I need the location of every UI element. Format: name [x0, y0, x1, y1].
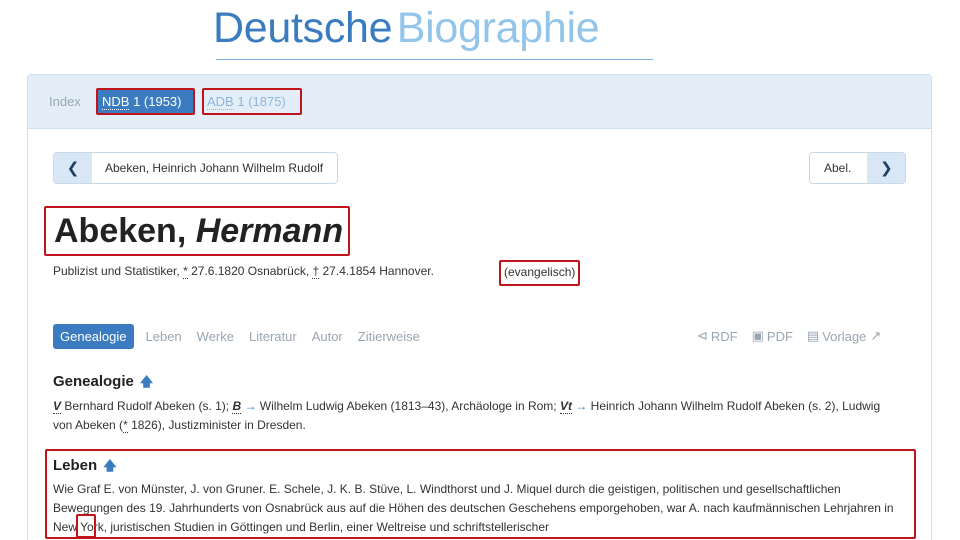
genealogie-part-2: Wilhelm Ludwig Abeken (1813–43), Archäol…	[256, 399, 560, 413]
breadcrumb-index-link[interactable]: Index	[49, 94, 81, 109]
confession-badge: (evangelisch)	[499, 260, 581, 286]
pdf-link[interactable]: ▣ PDF	[752, 328, 793, 344]
leben-heading-text: Leben	[53, 457, 98, 474]
genealogie-heading: Genealogie 🡅	[53, 373, 153, 395]
tab-literatur[interactable]: Literatur	[249, 329, 297, 344]
tab-werke[interactable]: Werke	[197, 329, 234, 344]
export-tools: ⊲ RDF ▣ PDF ▤ Vorlage ↗	[697, 328, 898, 344]
ndb-abbr: NDB	[102, 94, 130, 110]
tab-genealogie[interactable]: Genealogie	[53, 324, 134, 349]
kin-brother-abbr[interactable]: B	[232, 399, 242, 414]
rdf-link[interactable]: ⊲ RDF	[697, 328, 738, 344]
next-entry-label: Abel.	[824, 161, 852, 175]
leben-heading: Leben 🡅	[53, 457, 117, 479]
pdf-file-icon: ▣	[751, 328, 764, 343]
share-icon: ⊲	[697, 328, 708, 343]
arrow-up-icon[interactable]: 🡅	[103, 458, 116, 473]
previous-entry-button[interactable]: ❮ Abeken, Heinrich Johann Wilhelm Rudolf	[53, 152, 339, 184]
chevron-left-icon: ❮	[54, 153, 92, 183]
ndb-volume: 1 (1953)	[129, 94, 182, 109]
birth-info: 27.6.1820 Osnabrück,	[187, 264, 313, 278]
page-title: Abeken, Hermann	[54, 212, 343, 251]
breadcrumb-ndb-tab[interactable]: NDB 1 (1953)	[96, 88, 195, 115]
person-summary: Publizist und Statistiker, * 27.6.1820 O…	[53, 264, 434, 279]
chevron-right-icon: ❯	[867, 153, 906, 183]
abbreviation-highlight	[76, 514, 96, 538]
genealogie-part-4: 1826), Justizminister in Dresden.	[127, 418, 306, 432]
person-profession: Publizist und Statistiker,	[53, 264, 184, 278]
arrow-right-icon[interactable]: →	[575, 399, 587, 413]
kin-father-abbr[interactable]: V	[53, 399, 62, 414]
site-logo[interactable]: Deutsche Biographie	[0, 0, 960, 70]
breadcrumb: Index NDB 1 (1953) ADB 1 (1875)	[28, 75, 931, 129]
title-given-name: Hermann	[195, 212, 344, 250]
pdf-label: PDF	[766, 328, 793, 344]
external-link-icon: ↗	[870, 328, 882, 343]
tab-zitierweise[interactable]: Zitierweise	[358, 329, 420, 344]
title-highlight: Abeken, Hermann	[44, 206, 350, 256]
next-entry-button[interactable]: Abel. ❯	[809, 152, 907, 184]
kin-cousin-abbr[interactable]: Vt	[559, 399, 572, 414]
vorlage-label: Vorlage	[822, 328, 867, 344]
article-panel: Index NDB 1 (1953) ADB 1 (1875) ❮ Abeken…	[27, 74, 932, 540]
genealogie-part-1: Bernhard Rudolf Abeken (s. 1);	[61, 399, 233, 413]
breadcrumb-adb-link[interactable]: ADB 1 (1875)	[202, 88, 302, 115]
document-icon: ▤	[806, 328, 820, 343]
adb-abbr: ADB	[207, 94, 234, 110]
leben-text: Wie Graf E. von Münster, J. von Gruner. …	[53, 482, 894, 534]
section-tabs: Genealogie Leben Werke Literatur Autor Z…	[53, 324, 435, 349]
title-surname: Abeken,	[54, 212, 196, 250]
tab-leben[interactable]: Leben	[146, 329, 182, 344]
death-info: 27.4.1854 Hannover.	[319, 264, 434, 278]
tab-autor[interactable]: Autor	[312, 329, 343, 344]
genealogie-text: V Bernhard Rudolf Abeken (s. 1); B → Wil…	[53, 397, 883, 435]
logo-underline	[216, 59, 653, 60]
logo-word-biographie: Biographie	[396, 4, 600, 52]
vorlage-link[interactable]: ▤ Vorlage ↗	[807, 328, 884, 344]
rdf-label: RDF	[710, 328, 738, 344]
arrow-up-icon[interactable]: 🡅	[140, 374, 153, 389]
adb-volume: 1 (1875)	[233, 94, 286, 109]
genealogie-heading-text: Genealogie	[53, 373, 134, 390]
logo-word-deutsche: Deutsche	[213, 4, 393, 52]
arrow-right-icon[interactable]: →	[244, 399, 256, 413]
previous-entry-label: Abeken, Heinrich Johann Wilhelm Rudolf	[105, 161, 324, 175]
